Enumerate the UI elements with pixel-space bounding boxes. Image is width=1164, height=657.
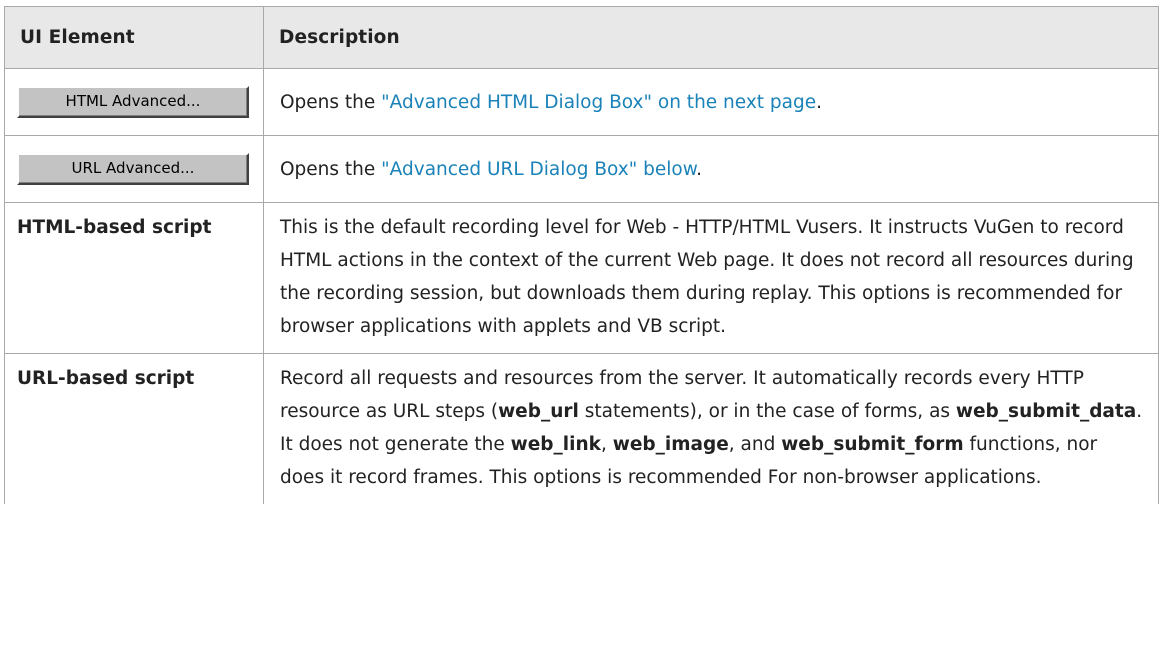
description-cell: Opens the "Advanced URL Dialog Box" belo… <box>263 135 1159 203</box>
description-text: Opens the <box>280 158 382 180</box>
ui-element-table: UI Element Description HTML Advanced... … <box>4 6 1159 504</box>
table-row: URL Advanced... Opens the "Advanced URL … <box>4 135 1159 203</box>
code-term: web_image <box>612 434 729 455</box>
table-header-row: UI Element Description <box>4 6 1159 69</box>
description-text: , and <box>728 434 782 455</box>
element-label-url-based-script: URL-based script <box>4 353 264 504</box>
description-cell: Record all requests and resources from t… <box>263 353 1159 504</box>
header-ui-element: UI Element <box>4 6 264 69</box>
table-row: URL-based script Record all requests and… <box>4 353 1159 504</box>
element-label-html-based-script: HTML-based script <box>4 202 264 354</box>
element-cell: HTML Advanced... <box>4 68 264 136</box>
code-term: web_submit_form <box>781 434 964 455</box>
header-description: Description <box>263 6 1159 69</box>
table-row: HTML Advanced... Opens the "Advanced HTM… <box>4 68 1159 136</box>
description-cell: Opens the "Advanced HTML Dialog Box" on … <box>263 68 1159 136</box>
code-term: web_submit_data <box>955 401 1137 422</box>
advanced-html-dialog-link[interactable]: "Advanced HTML Dialog Box" on the next p… <box>381 92 816 113</box>
description-text: statements), or in the case of forms, as <box>578 401 956 422</box>
advanced-url-dialog-link[interactable]: "Advanced URL Dialog Box" below <box>381 159 696 180</box>
code-term: web_link <box>510 434 601 455</box>
html-advanced-button[interactable]: HTML Advanced... <box>17 86 249 118</box>
code-term: web_url <box>498 401 579 422</box>
url-advanced-button[interactable]: URL Advanced... <box>17 153 249 185</box>
description-text: Opens the <box>280 91 382 113</box>
description-text: , <box>600 434 613 455</box>
description-text: . <box>696 158 703 180</box>
description-cell: This is the default recording level for … <box>263 202 1159 354</box>
description-text: . <box>816 91 823 113</box>
element-cell: URL Advanced... <box>4 135 264 203</box>
table-row: HTML-based script This is the default re… <box>4 202 1159 354</box>
